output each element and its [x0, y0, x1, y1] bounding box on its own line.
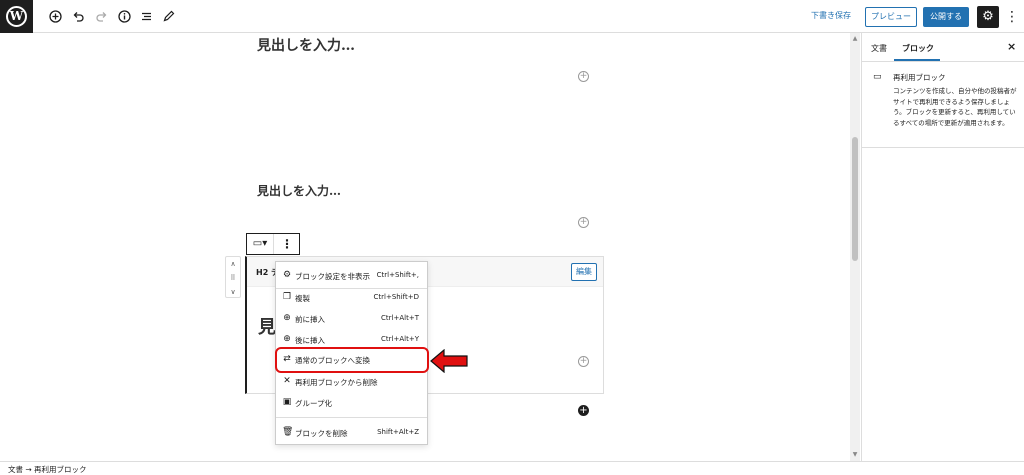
reusable-block-type-icon[interactable]: ▭▾	[247, 234, 274, 254]
inserter-plus-icon[interactable]: +	[578, 217, 589, 228]
menu-item-shortcut: Shift+Alt+Z	[377, 428, 419, 436]
more-options-icon[interactable]: ⋮	[1005, 7, 1019, 27]
gear-icon: ⚙	[282, 270, 292, 280]
block-toolbar: ▭▾ ⋮	[246, 233, 300, 255]
menu-divider	[276, 417, 427, 418]
menu-item-insert-before[interactable]: ⊕ 前に挿入 Ctrl+Alt+T	[276, 309, 427, 329]
red-arrow-annotation	[430, 349, 468, 373]
inserter-plus-icon[interactable]: +	[578, 356, 589, 367]
duplicate-icon: ❐	[282, 292, 292, 302]
sidebar-tabs: 文書 ブロック ×	[862, 33, 1024, 62]
menu-item-label: ブロックを削除	[295, 429, 348, 438]
reusable-block-icon: ▭	[873, 72, 882, 82]
block-mover: ∧ ⠿ ∨	[225, 256, 241, 298]
scroll-down-icon[interactable]: ▼	[850, 451, 860, 458]
menu-item-group[interactable]: ▣ グループ化	[276, 393, 427, 413]
menu-item-label: 前に挿入	[295, 315, 325, 324]
list-view-icon[interactable]	[138, 8, 154, 24]
move-up-icon[interactable]: ∧	[226, 257, 240, 271]
insert-before-icon: ⊕	[283, 313, 291, 323]
menu-item-label: ブロック設定を非表示	[295, 272, 370, 281]
menu-item-shortcut: Ctrl+Shift+D	[373, 293, 420, 301]
add-block-plus-icon[interactable]: +	[578, 405, 589, 416]
menu-item-label: グループ化	[295, 399, 333, 408]
menu-item-shortcut: Ctrl+Alt+T	[381, 314, 419, 322]
menu-item-shortcut: Ctrl+Shift+,	[376, 271, 419, 279]
block-card-title: 再利用ブロック	[893, 73, 946, 82]
menu-item-duplicate[interactable]: ❐ 複製 Ctrl+Shift+D	[276, 288, 427, 308]
menu-item-hide-settings[interactable]: ⚙ ブロック設定を非表示 Ctrl+Shift+,	[276, 266, 427, 286]
scrollbar-thumb[interactable]	[852, 137, 858, 261]
highlight-box	[275, 347, 429, 373]
publish-button[interactable]: 公開する	[923, 7, 969, 27]
scroll-up-icon[interactable]: ▲	[850, 35, 860, 42]
editor-footer: 文書 → 再利用ブロック	[0, 461, 1024, 475]
group-icon: ▣	[282, 397, 292, 407]
menu-item-remove-from-reusable[interactable]: ✕ 再利用ブロックから削除	[276, 372, 427, 392]
menu-item-delete-block[interactable]: 🗑 ブロックを削除 Shift+Alt+Z	[276, 423, 427, 443]
settings-gear-icon[interactable]: ⚙	[977, 6, 999, 28]
remove-icon: ✕	[283, 376, 291, 386]
drag-handle-icon[interactable]: ⠿	[226, 271, 240, 285]
block-options-icon[interactable]: ⋮	[275, 234, 299, 254]
heading-placeholder-2[interactable]: 見出しを入力…	[257, 182, 341, 199]
breadcrumb[interactable]: 文書 → 再利用ブロック	[8, 464, 87, 475]
menu-item-label: 後に挿入	[295, 336, 325, 345]
editor-top-toolbar: W 下書き保存 プレビュー 公開する ⚙ ⋮	[0, 0, 1024, 33]
close-icon[interactable]: ×	[1007, 40, 1016, 53]
inserter-plus-icon[interactable]: +	[578, 71, 589, 82]
menu-item-label: 複製	[295, 294, 310, 303]
undo-icon[interactable]	[70, 8, 86, 24]
menu-item-label: 再利用ブロックから削除	[295, 378, 378, 387]
preview-button[interactable]: プレビュー	[865, 7, 917, 27]
block-card-description: コンテンツを作成し、自分や他の投稿者がサイトで再利用できるよう保存しましょう。ブ…	[893, 87, 1017, 127]
tab-document[interactable]: 文書	[871, 43, 887, 54]
info-icon[interactable]	[116, 8, 132, 24]
reusable-block-heading: 見	[258, 317, 276, 338]
block-card: ▭ 再利用ブロック コンテンツを作成し、自分や他の投稿者がサイトで再利用できるよ…	[862, 62, 1024, 148]
wordpress-logo[interactable]: W	[0, 0, 33, 33]
canvas-scrollbar[interactable]: ▲ ▼	[850, 33, 860, 461]
add-block-icon[interactable]	[47, 8, 63, 24]
move-down-icon[interactable]: ∨	[226, 285, 240, 299]
edit-icon[interactable]	[160, 8, 176, 24]
trash-icon: 🗑	[282, 427, 294, 437]
tab-block[interactable]: ブロック	[902, 43, 934, 54]
wordpress-logo-mark: W	[6, 6, 27, 27]
insert-after-icon: ⊕	[283, 334, 291, 344]
edit-button[interactable]: 編集	[571, 263, 597, 281]
active-tab-indicator	[894, 59, 940, 61]
heading-placeholder-1[interactable]: 見出しを入力…	[257, 35, 355, 55]
menu-item-shortcut: Ctrl+Alt+Y	[381, 335, 419, 343]
settings-sidebar: 文書 ブロック × ▭ 再利用ブロック コンテンツを作成し、自分や他の投稿者がサ…	[861, 33, 1024, 461]
redo-icon[interactable]	[93, 8, 109, 24]
save-draft-button[interactable]: 下書き保存	[811, 10, 851, 21]
